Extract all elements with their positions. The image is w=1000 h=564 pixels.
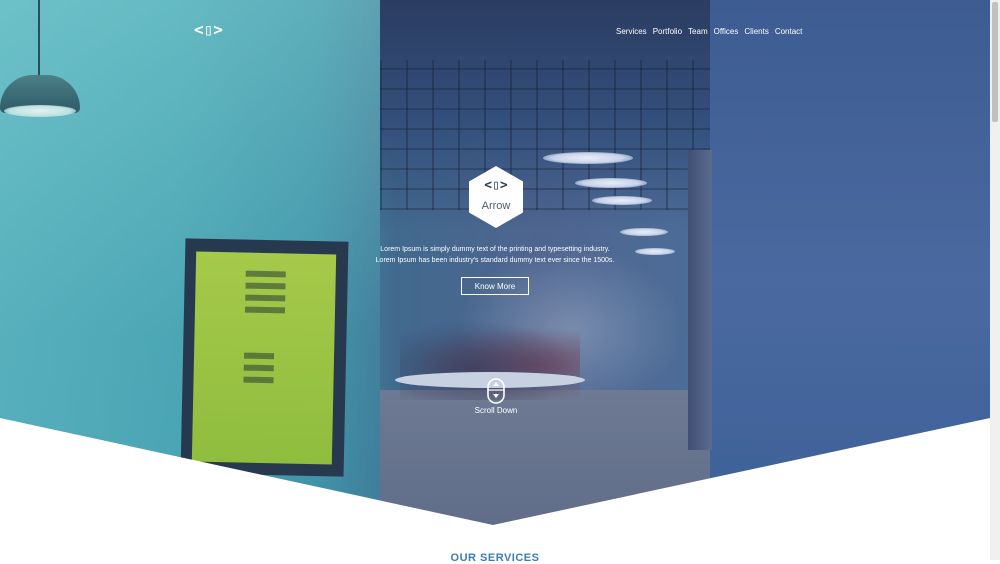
services-section-title: OUR SERVICES (450, 552, 540, 564)
scrollbar-thumb[interactable] (992, 2, 998, 122)
nav-item-offices[interactable]: Offices (714, 27, 739, 36)
ceiling-lamp (575, 178, 647, 188)
hero-background-right (710, 0, 990, 560)
poster (191, 251, 337, 465)
know-more-button[interactable]: Know More (461, 277, 529, 295)
hexagon-icon (469, 166, 523, 228)
os-activation-watermark: Activate Windows Go to Settings to activ… (832, 491, 943, 510)
hero-background-floor (380, 390, 710, 560)
ceiling-lamp (620, 228, 668, 236)
site-logo[interactable]: <▯> (194, 20, 226, 40)
nav-item-team[interactable]: Team (688, 27, 708, 36)
hero-background-pillar (688, 150, 712, 450)
main-nav: Services Portfolio Team Offices Clients … (616, 27, 802, 36)
pendant-lamp-wire (38, 0, 40, 78)
mouse-icon (487, 378, 505, 404)
badge-brand-name: Arrow (481, 200, 511, 212)
watermark-line-1: Activate Windows (832, 491, 904, 501)
hero-logo-badge: <▯> Arrow (469, 166, 523, 228)
scroll-down-button[interactable]: Scroll Down (470, 378, 522, 418)
hero-tagline-line-1: Lorem Ipsum is simply dummy text of the … (380, 246, 610, 253)
nav-item-portfolio[interactable]: Portfolio (653, 27, 682, 36)
ceiling-lamp (592, 196, 652, 205)
hero-tagline-line-2: Lorem Ipsum has been industry's standard… (375, 257, 615, 264)
watermark-line-2: Go to Settings to activate Windows. (832, 503, 943, 510)
scroll-down-label: Scroll Down (474, 406, 518, 415)
nav-item-services[interactable]: Services (616, 27, 647, 36)
ceiling-lamp (543, 152, 633, 164)
nav-item-contact[interactable]: Contact (775, 27, 803, 36)
hero-background-ceiling-grid (380, 60, 710, 210)
nav-item-clients[interactable]: Clients (744, 27, 768, 36)
badge-logo-mark: <▯> (484, 178, 508, 193)
hero-tagline: Lorem Ipsum is simply dummy text of the … (330, 244, 660, 266)
